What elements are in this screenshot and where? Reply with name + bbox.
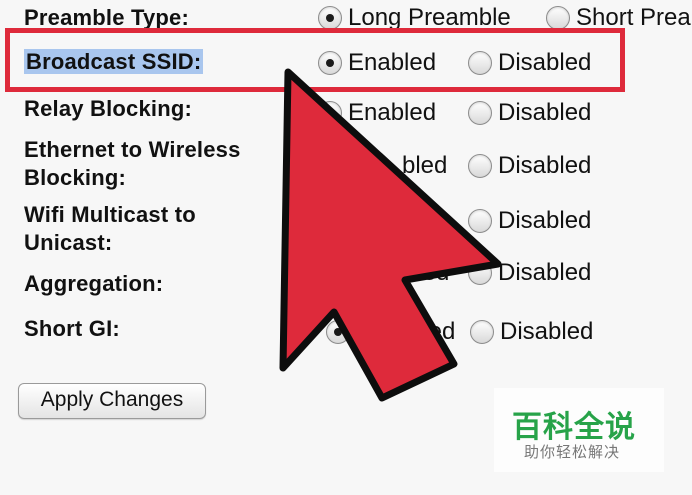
- watermark-title: 百科全说: [512, 410, 636, 445]
- arrow-shape: [279, 68, 502, 402]
- watermark-subtitle: 助你轻松解决: [524, 443, 621, 461]
